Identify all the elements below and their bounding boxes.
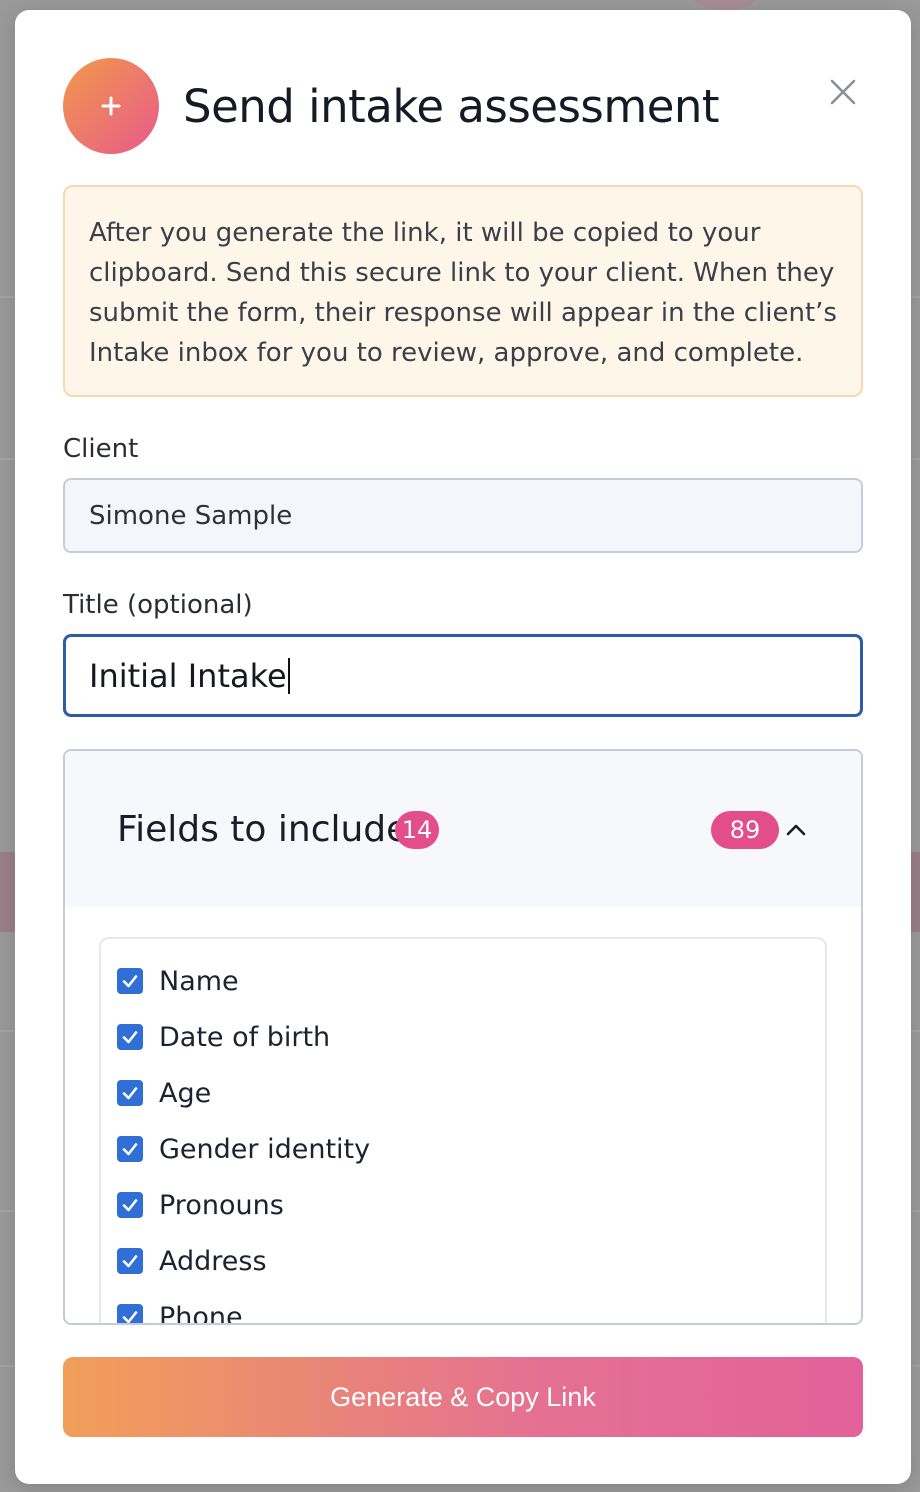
- client-value: Simone Sample: [89, 500, 293, 531]
- text-caret: [287, 657, 290, 694]
- check-icon: [122, 975, 138, 988]
- field-item-label: Pronouns: [159, 1189, 284, 1221]
- field-item-pronouns[interactable]: Pronouns: [117, 1177, 809, 1233]
- field-item-label: Gender identity: [159, 1133, 371, 1165]
- field-item-label: Phone: [159, 1301, 243, 1325]
- fields-panel: Fields to include 14 89 Name Date of bir…: [63, 749, 863, 1325]
- field-item-address[interactable]: Address: [117, 1233, 809, 1289]
- title-label: Title (optional): [63, 590, 253, 620]
- generate-copy-link-button[interactable]: Generate & Copy Link: [63, 1357, 863, 1437]
- checkbox-checked[interactable]: [117, 1304, 143, 1323]
- selected-count-badge: 14: [395, 811, 439, 849]
- total-count-badge: 89: [711, 811, 779, 849]
- check-icon: [122, 1031, 138, 1044]
- check-icon: [122, 1311, 138, 1323]
- title-input[interactable]: Initial Intake: [63, 634, 863, 717]
- info-notice: After you generate the link, it will be …: [63, 185, 863, 397]
- chevron-up-icon[interactable]: [781, 815, 811, 845]
- field-item-phone[interactable]: Phone: [117, 1289, 809, 1325]
- checkbox-checked[interactable]: [117, 1192, 143, 1218]
- check-icon: [122, 1143, 138, 1156]
- field-item-label: Address: [159, 1245, 267, 1277]
- field-item-gender-identity[interactable]: Gender identity: [117, 1121, 809, 1177]
- checkbox-checked[interactable]: [117, 1248, 143, 1274]
- field-item-label: Name: [159, 965, 239, 997]
- fields-panel-header[interactable]: Fields to include 14 89: [65, 751, 861, 907]
- title-value: Initial Intake: [89, 656, 287, 695]
- chevron-up-glyph: [786, 824, 806, 836]
- checkbox-checked[interactable]: [117, 1080, 143, 1106]
- check-icon: [122, 1087, 138, 1100]
- field-item-date-of-birth[interactable]: Date of birth: [117, 1009, 809, 1065]
- field-item-label: Age: [159, 1077, 212, 1109]
- client-label: Client: [63, 434, 139, 464]
- field-item-label: Date of birth: [159, 1021, 331, 1053]
- check-icon: [122, 1255, 138, 1268]
- close-icon: [830, 79, 856, 105]
- field-item-age[interactable]: Age: [117, 1065, 809, 1121]
- client-field[interactable]: Simone Sample: [63, 478, 863, 553]
- checkbox-checked[interactable]: [117, 1024, 143, 1050]
- background-avatar: [680, 0, 770, 10]
- plus-icon-glyph: [101, 96, 121, 116]
- checkbox-checked[interactable]: [117, 1136, 143, 1162]
- plus-icon: [63, 58, 159, 154]
- notice-text: After you generate the link, it will be …: [89, 218, 837, 368]
- field-item-name[interactable]: Name: [117, 953, 809, 1009]
- send-intake-modal: Send intake assessment After you generat…: [15, 10, 911, 1484]
- modal-title: Send intake assessment: [183, 80, 720, 133]
- checkbox-checked[interactable]: [117, 968, 143, 994]
- close-button[interactable]: [823, 72, 863, 112]
- check-icon: [122, 1199, 138, 1212]
- fields-heading: Fields to include: [117, 809, 409, 850]
- fields-list[interactable]: Name Date of birth Age Gender identity P…: [99, 937, 827, 1325]
